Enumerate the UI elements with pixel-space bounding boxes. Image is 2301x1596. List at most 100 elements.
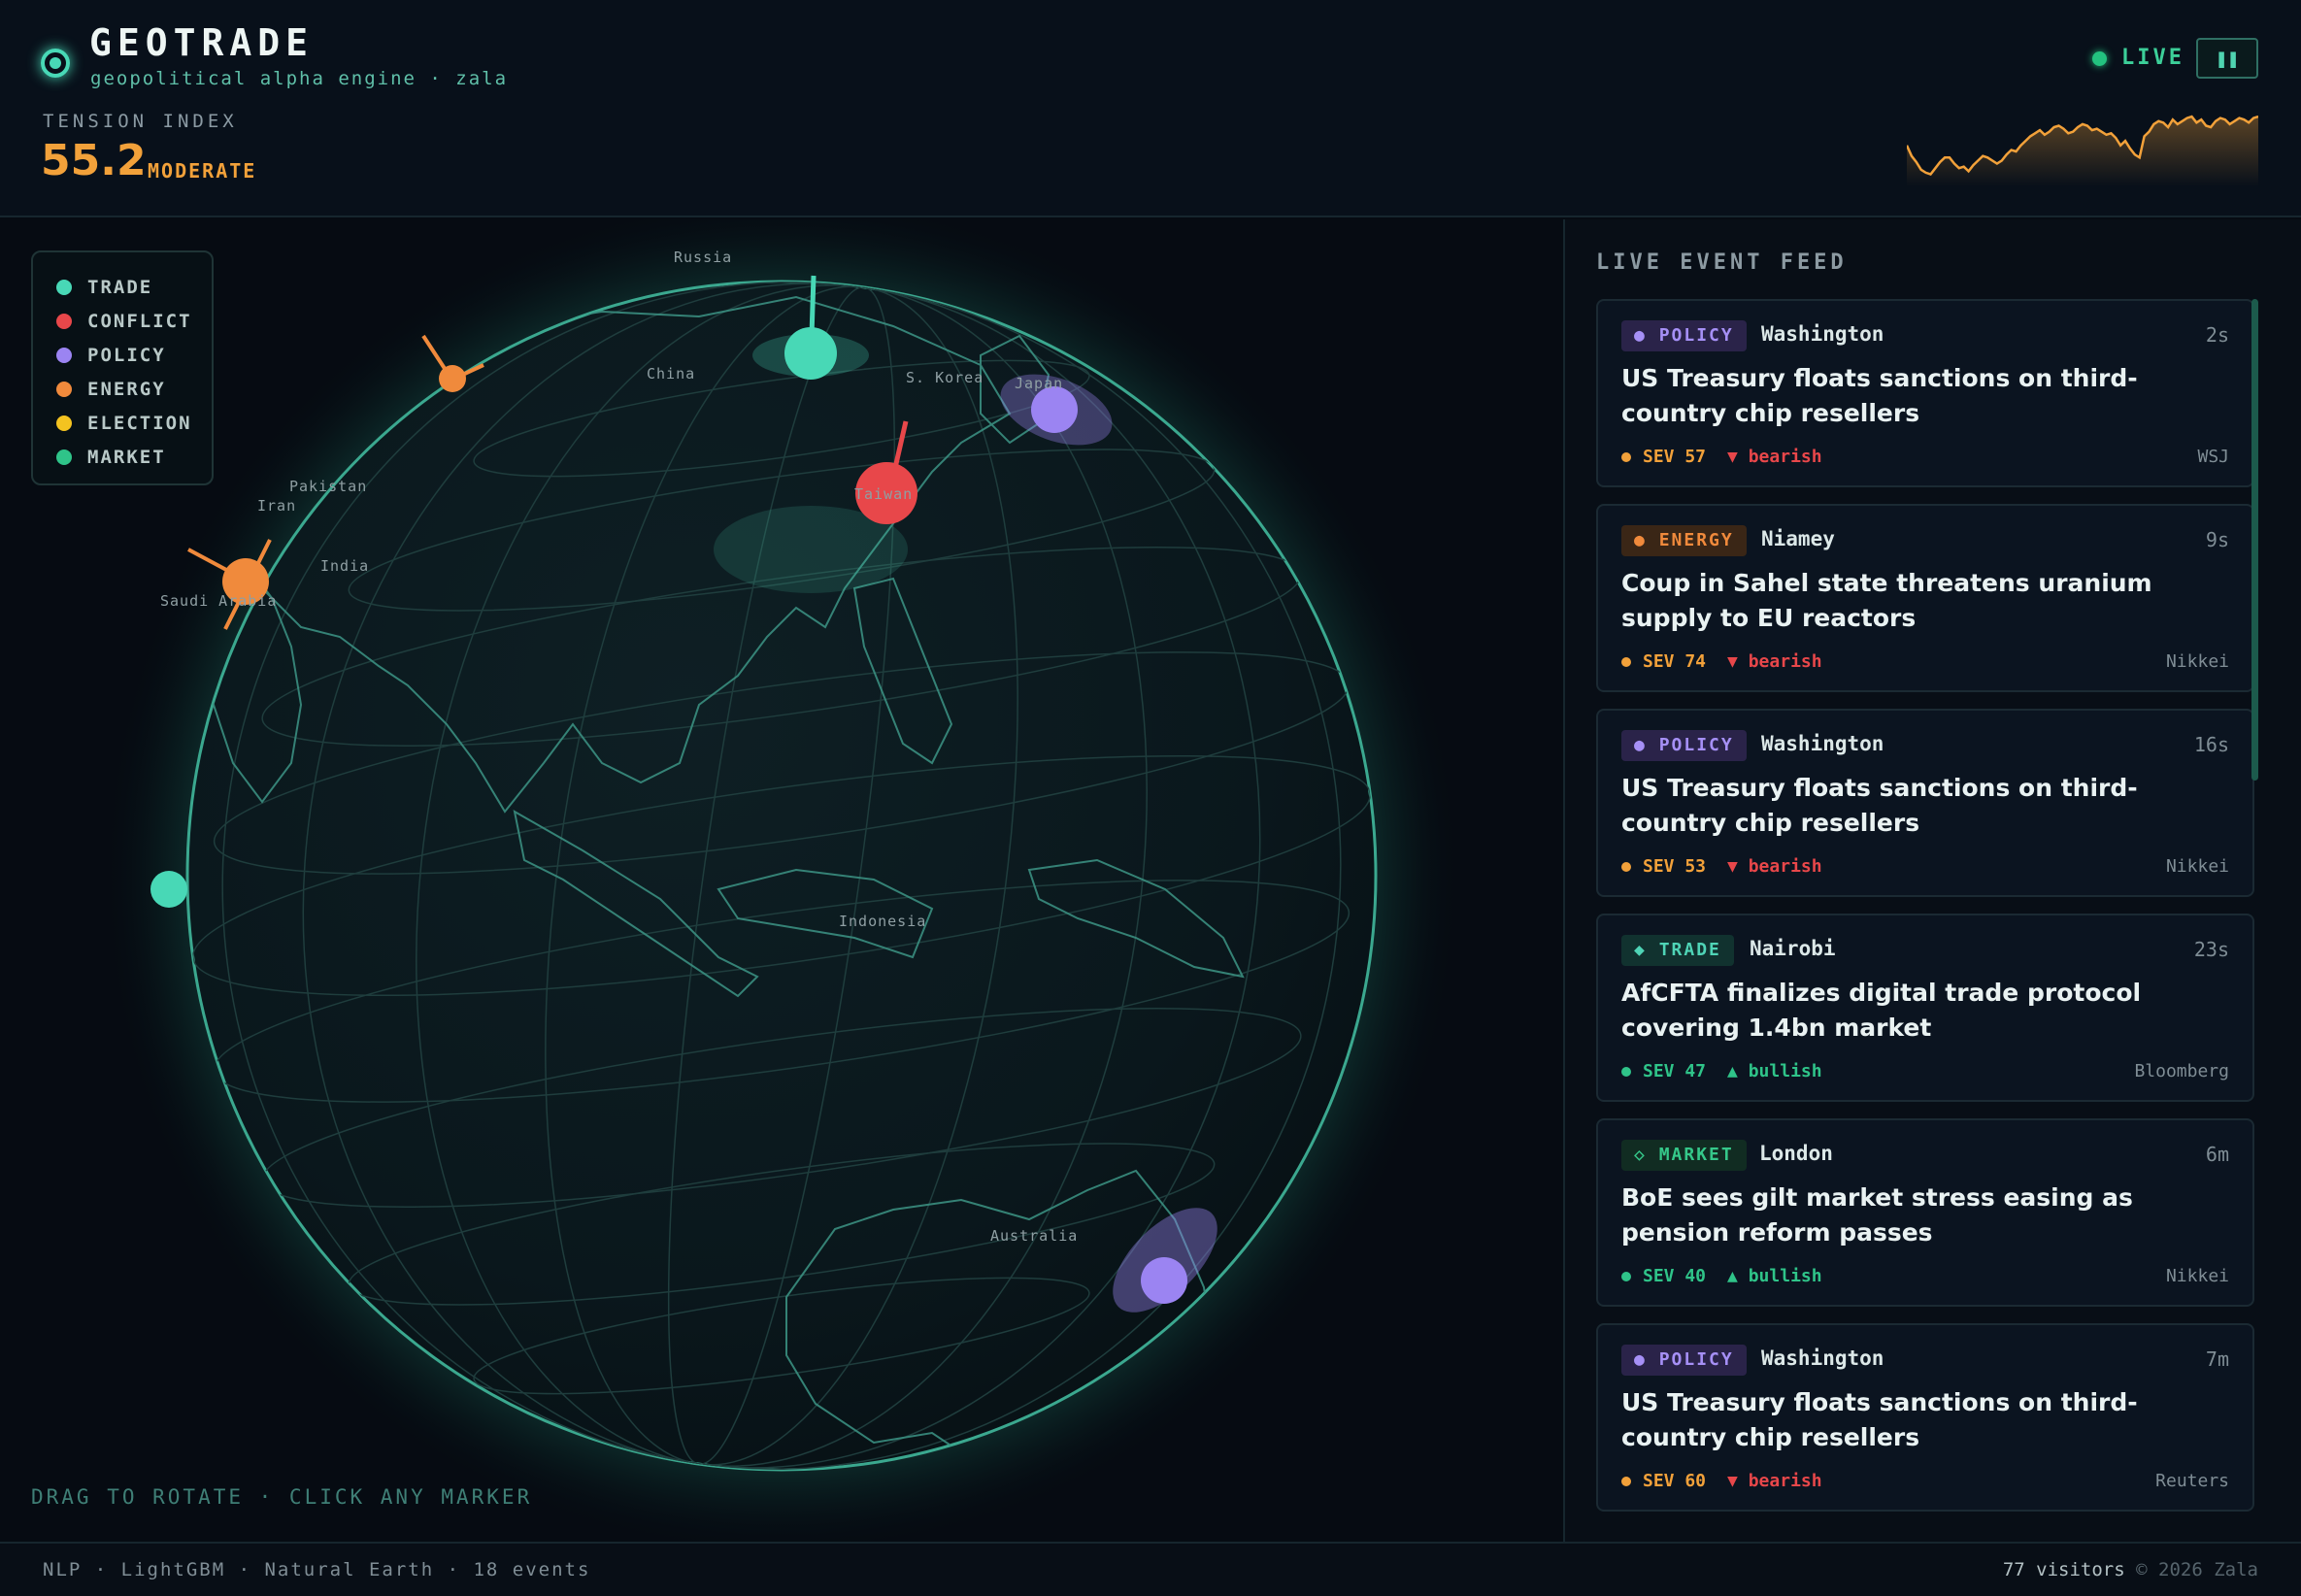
trade-dot-icon [56,279,72,295]
logo-icon [41,49,70,78]
feed-scrollbar[interactable] [2251,299,2258,781]
live-status-icon [2092,51,2107,66]
category-legend: TRADE CONFLICT POLICY ENERGY ELECTION MA… [31,250,214,485]
marker-trade-africa[interactable] [150,871,187,908]
event-meta: SEV 53 ▼ bearish [1621,856,1822,877]
label-taiwan: Taiwan [854,485,914,503]
label-australia: Australia [990,1227,1079,1245]
pause-button[interactable]: ❚❚ [2196,38,2258,79]
event-location: Washington [1761,732,1884,755]
trend-down-icon: ▼ [1727,447,1738,467]
election-dot-icon [56,415,72,431]
live-event-feed: LIVE EVENT FEED ● POLICY Washington 2s U… [1565,219,2301,1542]
policy-dot-icon [56,347,72,363]
event-card[interactable]: ● ENERGY Niamey 9s Coup in Sahel state t… [1596,504,2254,692]
severity-dot-icon [1621,1477,1631,1486]
tension-index-value: 55.2 [41,136,147,185]
event-headline: US Treasury floats sanctions on third-co… [1621,364,2138,427]
legend-item-policy[interactable]: POLICY [56,338,212,372]
label-iran: Iran [257,497,297,515]
globe-panel[interactable]: Russia China S. Korea Japan Taiwan Pakis… [0,219,1563,1542]
trend-up-icon: ▲ [1727,1266,1738,1286]
severity-dot-icon [1621,452,1631,462]
event-source: Nikkei [2165,651,2229,672]
trend-down-icon: ▼ [1727,1471,1738,1491]
globe[interactable] [0,219,1563,1542]
event-meta: SEV 74 ▼ bearish [1621,651,1822,672]
event-age: 9s [2205,528,2229,551]
event-meta: SEV 57 ▼ bearish [1621,447,1822,467]
energy-dot-icon [56,381,72,397]
label-india: India [320,557,370,575]
label-saudi-arabia: Saudi Arabia [160,592,278,610]
app-subtitle: geopolitical alpha engine · zala [90,68,509,89]
severity-dot-icon [1621,862,1631,872]
event-source: WSJ [2197,447,2229,467]
tension-sparkline [1907,115,2258,186]
label-indonesia: Indonesia [839,913,927,930]
footer-stack-info: NLP · LightGBM · Natural Earth · 18 even… [43,1559,591,1580]
label-pakistan: Pakistan [289,478,368,495]
label-s-korea: S. Korea [906,369,984,386]
footer: NLP · LightGBM · Natural Earth · 18 even… [0,1542,2301,1596]
severity-dot-icon [1621,1067,1631,1077]
category-tag-energy: ● ENERGY [1621,525,1747,556]
trend-down-icon: ▼ [1727,651,1738,672]
event-location: Washington [1761,1347,1884,1370]
trend-down-icon: ▼ [1727,856,1738,877]
event-age: 16s [2193,733,2229,756]
tension-level: MODERATE [148,159,257,183]
label-russia: Russia [674,249,733,266]
event-location: Nairobi [1750,937,1836,960]
event-location: Washington [1761,322,1884,346]
severity-dot-icon [1621,657,1631,667]
feed-title: LIVE EVENT FEED [1596,250,1848,275]
legend-item-conflict[interactable]: CONFLICT [56,304,212,338]
severity-dot-icon [1621,1272,1631,1281]
event-headline: Coup in Sahel state threatens uranium su… [1621,569,2152,632]
event-age: 7m [2205,1347,2229,1371]
event-card[interactable]: ◆ TRADE Nairobi 23s AfCFTA finalizes dig… [1596,914,2254,1102]
legend-item-trade[interactable]: TRADE [56,270,212,304]
event-age: 23s [2193,938,2229,961]
event-headline: BoE sees gilt market stress easing as pe… [1621,1183,2133,1247]
conflict-dot-icon [56,313,72,329]
category-tag-policy: ● POLICY [1621,1345,1747,1376]
event-meta: SEV 40 ▲ bullish [1621,1266,1822,1286]
event-age: 2s [2205,323,2229,347]
event-card[interactable]: ● POLICY Washington 2s US Treasury float… [1596,299,2254,487]
event-card[interactable]: ● POLICY Washington 7m US Treasury float… [1596,1323,2254,1512]
app-header: GEOTRADE geopolitical alpha engine · zal… [0,0,2301,217]
app-title: GEOTRADE [89,21,315,64]
event-age: 6m [2205,1143,2229,1166]
trend-up-icon: ▲ [1727,1061,1738,1081]
event-headline: US Treasury floats sanctions on third-co… [1621,774,2138,837]
label-japan: Japan [1015,375,1064,392]
event-location: London [1759,1142,1833,1165]
label-china: China [647,365,696,382]
category-tag-policy: ● POLICY [1621,320,1747,351]
event-meta: SEV 60 ▼ bearish [1621,1471,1822,1491]
event-headline: US Treasury floats sanctions on third-co… [1621,1388,2138,1451]
sparkline-area [1907,116,2258,186]
market-dot-icon [56,449,72,465]
event-source: Reuters [2155,1471,2229,1491]
event-card[interactable]: ● POLICY Washington 16s US Treasury floa… [1596,709,2254,897]
footer-visitors: 77 visitors © 2026 Zala [2002,1559,2258,1580]
event-source: Nikkei [2165,856,2229,877]
event-card[interactable]: ◇ MARKET London 6m BoE sees gilt market … [1596,1118,2254,1307]
legend-item-market[interactable]: MARKET [56,440,212,474]
legend-item-energy[interactable]: ENERGY [56,372,212,406]
live-label: LIVE [2121,46,2184,70]
event-source: Nikkei [2165,1266,2229,1286]
tension-index-label: TENSION INDEX [43,111,238,132]
legend-item-election[interactable]: ELECTION [56,406,212,440]
globe-hint: DRAG TO ROTATE · CLICK ANY MARKER [31,1485,533,1509]
event-meta: SEV 47 ▲ bullish [1621,1061,1822,1081]
category-tag-market: ◇ MARKET [1621,1140,1747,1171]
footer-copyright: © 2026 Zala [2136,1559,2258,1580]
pause-icon: ❚❚ [2215,47,2240,70]
category-tag-trade: ◆ TRADE [1621,935,1734,966]
event-source: Bloomberg [2134,1061,2229,1081]
event-location: Niamey [1761,527,1835,550]
